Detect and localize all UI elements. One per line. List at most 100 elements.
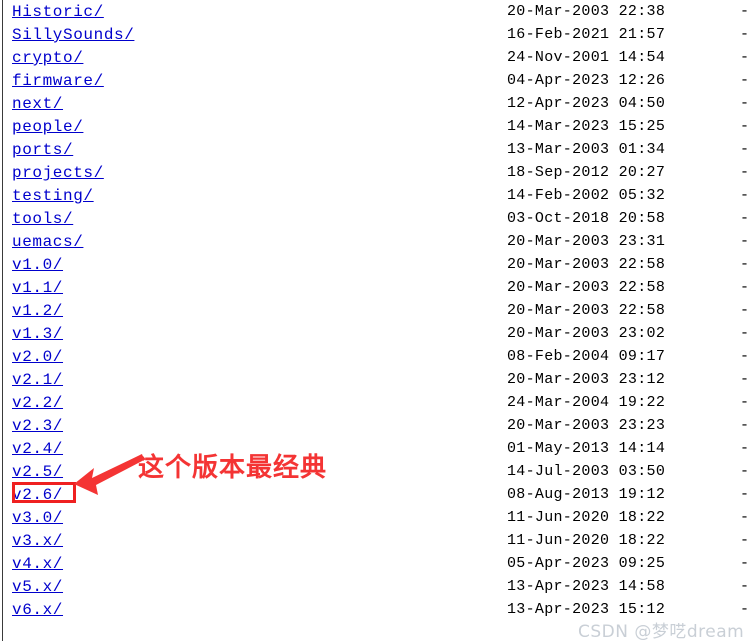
directory-link[interactable]: v2.1/ — [12, 371, 63, 389]
directory-link[interactable]: crypto/ — [12, 49, 83, 67]
directory-link[interactable]: v2.2/ — [12, 394, 63, 412]
listing-row: testing/14-Feb-2002 05:32 - — [0, 184, 749, 207]
listing-date-cell: 20-Mar-2003 23:12 — [507, 371, 666, 388]
listing-row: v3.x/11-Jun-2020 18:22 - — [0, 529, 749, 552]
listing-size-cell: - — [740, 279, 749, 296]
listing-date-cell: 11-Jun-2020 18:22 — [507, 509, 666, 526]
listing-size-cell: - — [740, 486, 749, 503]
listing-size-cell: - — [740, 348, 749, 365]
directory-link[interactable]: people/ — [12, 118, 83, 136]
listing-date-cell: 24-Nov-2001 14:54 — [507, 49, 666, 66]
listing-size-cell: - — [740, 440, 749, 457]
listing-size-cell: - — [740, 578, 749, 595]
listing-size-cell: - — [740, 187, 749, 204]
directory-link[interactable]: v2.6/ — [12, 486, 63, 504]
directory-link[interactable]: firmware/ — [12, 72, 104, 90]
listing-size-cell: - — [740, 210, 749, 227]
listing-row: v1.1/20-Mar-2003 22:58 - — [0, 276, 749, 299]
listing-date-cell: 20-Mar-2003 23:02 — [507, 325, 666, 342]
directory-link[interactable]: v2.0/ — [12, 348, 63, 366]
listing-name-cell: v1.1/ — [12, 276, 63, 299]
directory-link[interactable]: SillySounds/ — [12, 26, 134, 44]
directory-link[interactable]: next/ — [12, 95, 63, 113]
listing-name-cell: crypto/ — [12, 46, 83, 69]
listing-name-cell: Historic/ — [12, 0, 104, 23]
directory-link[interactable]: Historic/ — [12, 3, 104, 21]
directory-link[interactable]: v1.0/ — [12, 256, 63, 274]
listing-size-cell: - — [740, 509, 749, 526]
listing-row: next/12-Apr-2023 04:50 - — [0, 92, 749, 115]
listing-size-cell: - — [740, 26, 749, 43]
directory-link[interactable]: v5.x/ — [12, 578, 63, 596]
listing-date-cell: 04-Apr-2023 12:26 — [507, 72, 666, 89]
directory-link[interactable]: v2.4/ — [12, 440, 63, 458]
listing-name-cell: v5.x/ — [12, 575, 63, 598]
listing-size-cell: - — [740, 555, 749, 572]
listing-date-cell: 01-May-2013 14:14 — [507, 440, 666, 457]
listing-name-cell: uemacs/ — [12, 230, 83, 253]
listing-date-cell: 13-Mar-2003 01:34 — [507, 141, 666, 158]
listing-row: firmware/04-Apr-2023 12:26 - — [0, 69, 749, 92]
directory-link[interactable]: v1.3/ — [12, 325, 63, 343]
listing-size-cell: - — [740, 164, 749, 181]
listing-name-cell: next/ — [12, 92, 63, 115]
listing-date-cell: 20-Mar-2003 22:38 — [507, 3, 666, 20]
listing-name-cell: v2.2/ — [12, 391, 63, 414]
directory-link[interactable]: ports/ — [12, 141, 73, 159]
listing-row: projects/18-Sep-2012 20:27 - — [0, 161, 749, 184]
listing-name-cell: v1.0/ — [12, 253, 63, 276]
directory-link[interactable]: v3.0/ — [12, 509, 63, 527]
directory-link[interactable]: v6.x/ — [12, 601, 63, 619]
listing-size-cell: - — [740, 72, 749, 89]
listing-size-cell: - — [740, 302, 749, 319]
listing-name-cell: v6.x/ — [12, 598, 63, 621]
listing-size-cell: - — [740, 417, 749, 434]
listing-name-cell: tools/ — [12, 207, 73, 230]
annotation-text: 这个版本最经典 — [138, 453, 328, 483]
listing-name-cell: v2.6/ — [12, 483, 63, 506]
listing-row: crypto/24-Nov-2001 14:54 - — [0, 46, 749, 69]
listing-date-cell: 08-Feb-2004 09:17 — [507, 348, 666, 365]
listing-name-cell: v3.0/ — [12, 506, 63, 529]
listing-name-cell: v2.4/ — [12, 437, 63, 460]
directory-link[interactable]: v4.x/ — [12, 555, 63, 573]
directory-link[interactable]: v2.3/ — [12, 417, 63, 435]
listing-size-cell: - — [740, 463, 749, 480]
listing-date-cell: 14-Mar-2023 15:25 — [507, 118, 666, 135]
directory-link[interactable]: projects/ — [12, 164, 104, 182]
listing-date-cell: 08-Aug-2013 19:12 — [507, 486, 666, 503]
listing-size-cell: - — [740, 325, 749, 342]
listing-row: v2.2/24-Mar-2004 19:22 - — [0, 391, 749, 414]
listing-row: Historic/20-Mar-2003 22:38 - — [0, 0, 749, 23]
directory-link[interactable]: tools/ — [12, 210, 73, 228]
listing-date-cell: 24-Mar-2004 19:22 — [507, 394, 666, 411]
directory-link[interactable]: v1.2/ — [12, 302, 63, 320]
listing-row: tools/03-Oct-2018 20:58 - — [0, 207, 749, 230]
listing-date-cell: 20-Mar-2003 22:58 — [507, 279, 666, 296]
listing-size-cell: - — [740, 95, 749, 112]
directory-index-page: Historic/20-Mar-2003 22:38- SillySounds/1… — [0, 0, 749, 642]
listing-date-cell: 20-Mar-2003 22:58 — [507, 302, 666, 319]
listing-size-cell: - — [740, 49, 749, 66]
directory-link[interactable]: uemacs/ — [12, 233, 83, 251]
directory-link[interactable]: testing/ — [12, 187, 94, 205]
listing-row: v2.0/08-Feb-2004 09:17 - — [0, 345, 749, 368]
directory-link[interactable]: v1.1/ — [12, 279, 63, 297]
listing-row: SillySounds/16-Feb-2021 21:57 - — [0, 23, 749, 46]
listing-row: v2.4/01-May-2013 14:14 - — [0, 437, 749, 460]
listing-date-cell: 20-Mar-2003 22:58 — [507, 256, 666, 273]
listing-row: v3.0/11-Jun-2020 18:22 - — [0, 506, 749, 529]
listing-size-cell: - — [740, 118, 749, 135]
listing-size-cell: - — [740, 532, 749, 549]
listing-date-cell: 14-Jul-2003 03:50 — [507, 463, 666, 480]
listing-name-cell: v1.3/ — [12, 322, 63, 345]
listing-name-cell: SillySounds/ — [12, 23, 134, 46]
directory-link[interactable]: v2.5/ — [12, 463, 63, 481]
listing-date-cell: 03-Oct-2018 20:58 — [507, 210, 666, 227]
directory-link[interactable]: v3.x/ — [12, 532, 63, 550]
listing-date-cell: 20-Mar-2003 23:31 — [507, 233, 666, 250]
listing-name-cell: v2.1/ — [12, 368, 63, 391]
listing-size-cell: - — [740, 3, 749, 20]
listing-size-cell: - — [740, 394, 749, 411]
listing-row: v2.5/14-Jul-2003 03:50 - — [0, 460, 749, 483]
